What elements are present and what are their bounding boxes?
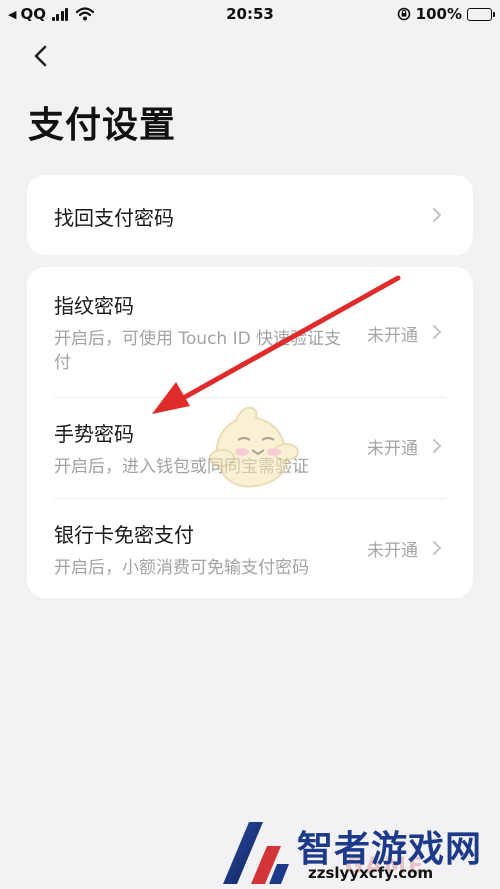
page-title: 支付设置 — [28, 105, 177, 146]
battery-percent: 100% — [415, 5, 462, 23]
site-watermark: GAME 智者游戏网 zzslyyxcfy.com — [215, 818, 500, 889]
recover-password-row[interactable]: 找回支付密码 — [27, 175, 473, 255]
bank-card-nopwd-status: 未开通 — [367, 541, 418, 561]
bank-card-nopwd-desc: 开启后，小额消费可免输支付密码 — [54, 558, 309, 578]
gesture-password-status: 未开通 — [367, 439, 418, 459]
bank-card-nopwd-label: 银行卡免密支付 — [54, 523, 194, 547]
gesture-password-label: 手势密码 — [54, 422, 134, 446]
status-right: 100% — [397, 5, 495, 23]
mascot-watermark-icon — [209, 406, 299, 488]
chevron-right-icon — [433, 208, 441, 222]
fingerprint-password-row[interactable]: 指纹密码 开启后，可使用 Touch ID 快速验证支付 未开通 — [27, 267, 473, 397]
recover-password-label: 找回支付密码 — [54, 206, 174, 230]
recover-password-card: 找回支付密码 — [27, 175, 473, 255]
chevron-right-icon — [433, 439, 441, 453]
bank-card-nopwd-row[interactable]: 银行卡免密支付 开启后，小额消费可免输支付密码 未开通 — [27, 499, 473, 598]
brand-logo-icon — [223, 822, 289, 884]
status-bar: ◀ QQ 20:53 100% — [0, 0, 500, 30]
rotation-lock-icon — [397, 7, 410, 21]
fingerprint-password-status: 未开通 — [367, 326, 418, 346]
chevron-right-icon — [433, 541, 441, 555]
fingerprint-password-desc: 开启后，可使用 Touch ID 快速验证支付 — [54, 329, 342, 373]
watermark-url: zzslyyxcfy.com — [308, 864, 434, 882]
payment-settings-screen: ◀ QQ 20:53 100% 支付设置 找回支付密码 指纹密码 开启后，可使用… — [0, 0, 500, 889]
battery-icon — [467, 7, 495, 21]
chevron-right-icon — [433, 325, 441, 339]
back-button[interactable] — [26, 40, 56, 72]
fingerprint-password-label: 指纹密码 — [54, 294, 134, 318]
